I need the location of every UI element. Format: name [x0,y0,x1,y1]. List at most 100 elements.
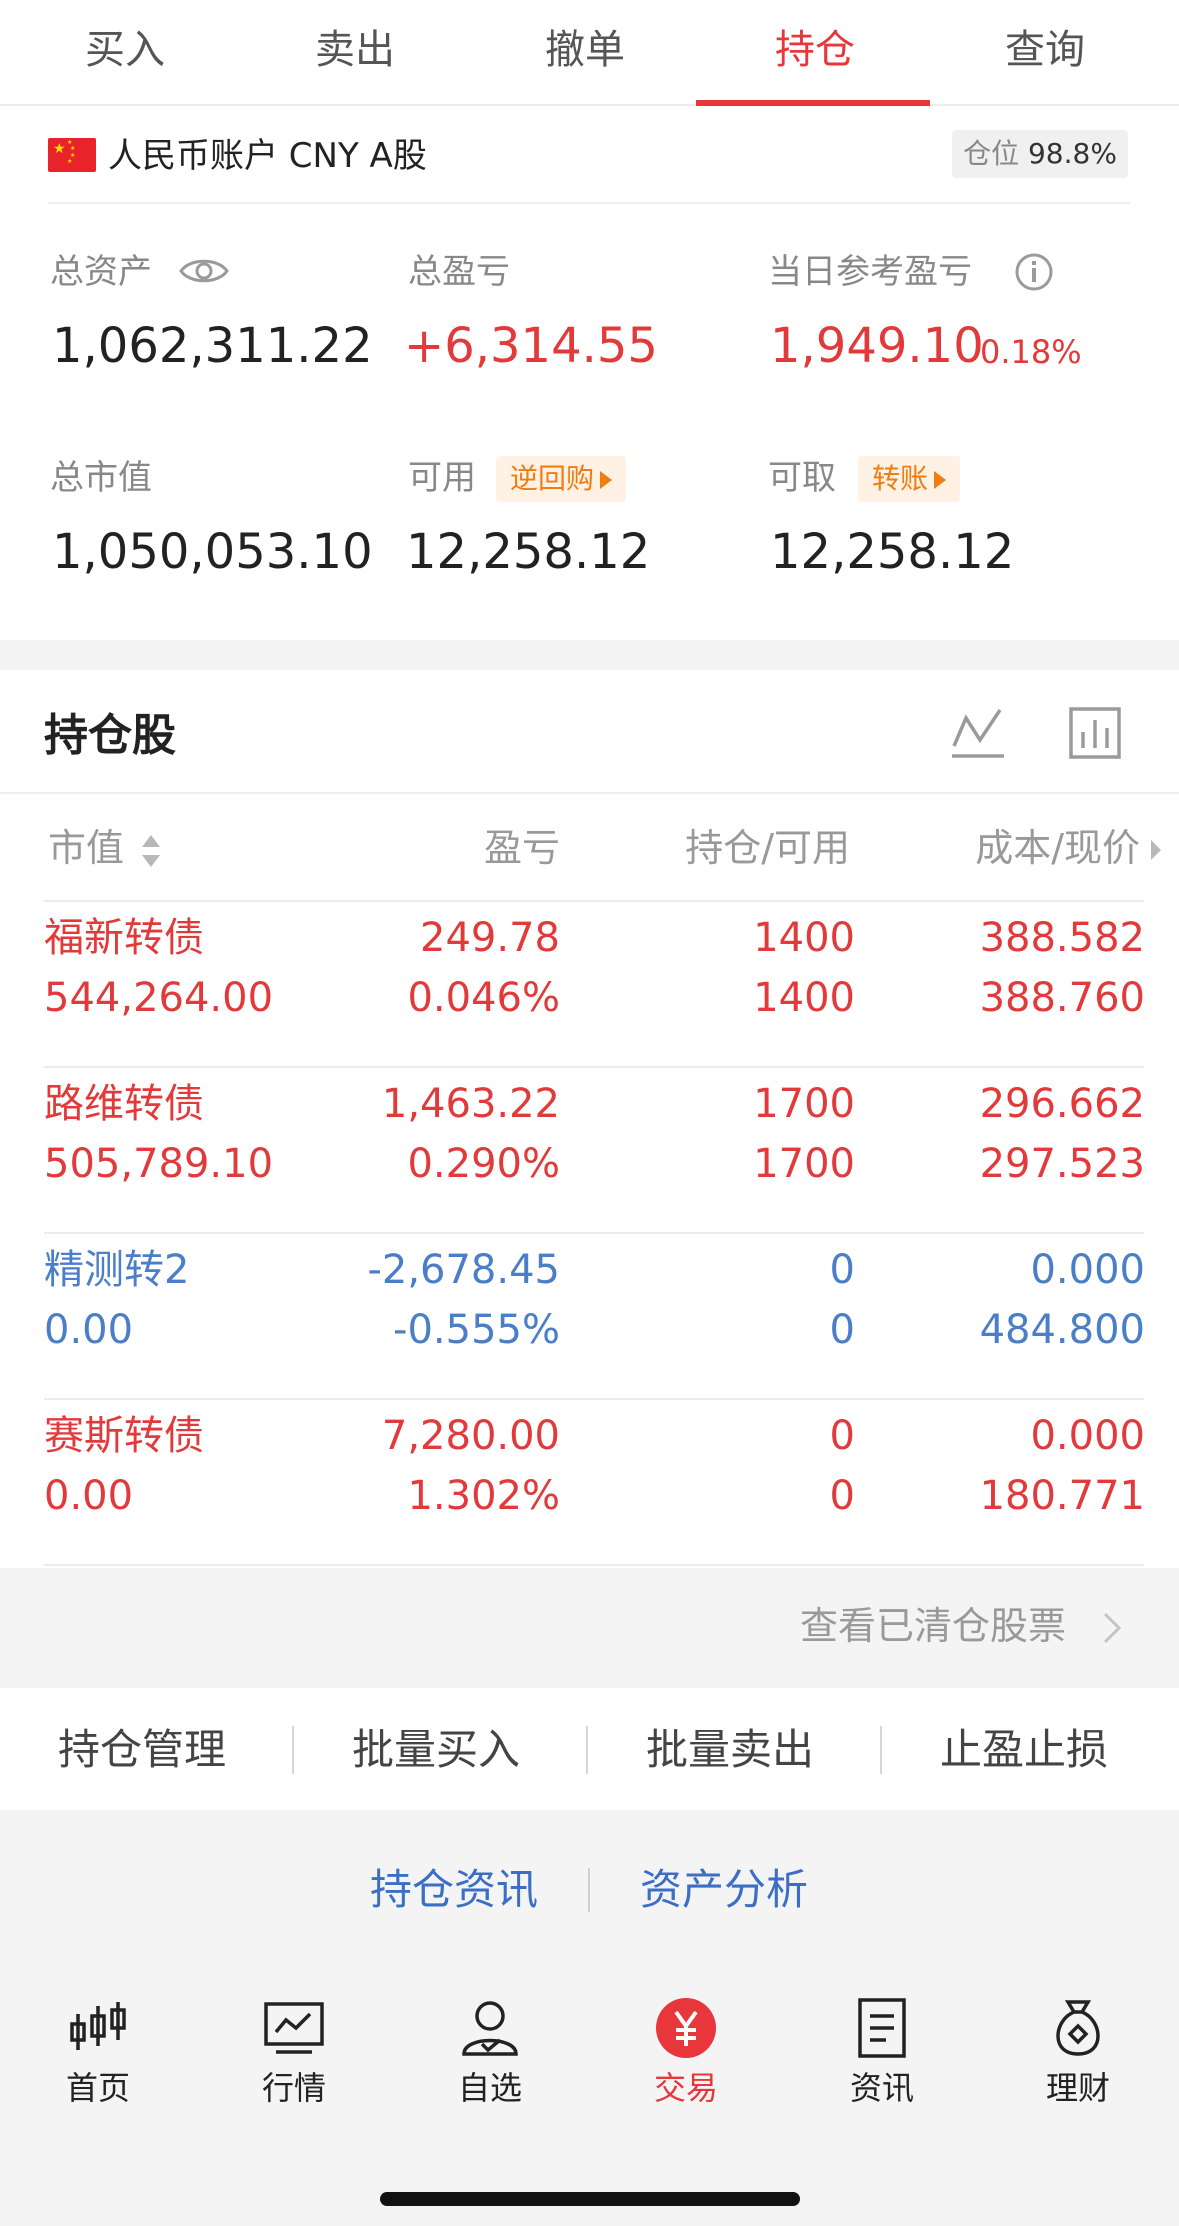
column-header-market-value[interactable]: 市值 [48,822,124,874]
bar-chart-icon[interactable] [1068,706,1122,760]
stock-name: 赛斯转债 [44,1413,204,1459]
info-icon[interactable] [1014,252,1054,292]
tab-sell[interactable]: 卖出 [240,22,470,78]
china-flag-icon: ★ ★ ★ ★ ★ [48,138,96,172]
tab-query[interactable]: 查询 [930,22,1160,78]
tab-holdings[interactable]: 持仓 [700,22,930,78]
stock-name: 福新转债 [44,915,204,961]
yuan-icon [656,1998,716,2058]
eye-icon[interactable] [178,254,230,288]
column-header-pl: 盈亏 [483,826,560,870]
pl-cell: 1,463.22 [381,1081,560,1127]
line-chart-icon[interactable] [950,704,1006,760]
market-value-cell: 0.00 [44,1307,134,1353]
available-cell: 1400 [753,975,855,1021]
asset-analysis-link[interactable]: 资产分析 [640,1862,808,1918]
divider [44,1564,1144,1566]
nav-watchlist-label: 自选 [457,2069,522,2107]
nav-wealth-label: 理财 [1045,2069,1110,2107]
table-row[interactable]: 福新转债 544,264.00 249.78 0.046% 1400 1400 388.58… [0,902,1179,1068]
price-cell: 484.800 [979,1307,1145,1353]
cost-cell: 296.662 [979,1081,1145,1127]
candlestick-icon [70,2002,126,2050]
table-row[interactable]: 路维转债 505,789.10 1,463.22 0.290% 1700 1700 296.… [0,1068,1179,1234]
batch-sell-button[interactable]: 批量卖出 [646,1722,814,1778]
triangle-right-icon [600,471,613,489]
chart-monitor-icon [264,2002,324,2054]
transfer-label: 转账 [872,462,929,495]
position-ratio-label: 仓位 [963,137,1020,170]
divider [880,1726,882,1774]
tab-buy[interactable]: 买入 [10,22,240,78]
price-cell: 180.771 [979,1473,1145,1519]
market-value: 1,050,053.10 [52,524,373,580]
nav-market-label: 行情 [261,2069,326,2107]
nav-watchlist[interactable]: 自选 [410,1996,570,2110]
total-pl-value: +6,314.55 [404,318,658,374]
position-cell: 1700 [753,1081,855,1127]
cleared-stocks-link[interactable]: 查看已清仓股票 [800,1600,1066,1652]
pl-percent-cell: 0.046% [407,975,560,1021]
cost-cell: 0.000 [1030,1413,1145,1459]
triangle-right-icon [934,471,947,489]
cost-cell: 0.000 [1030,1247,1145,1293]
cost-cell: 388.582 [979,915,1145,961]
total-assets-label: 总资产 [50,252,152,292]
home-indicator [380,2192,800,2206]
daily-pl-label: 当日参考盈亏 [768,252,972,292]
money-bag-icon [1056,2000,1100,2056]
chevron-right-icon[interactable] [1148,836,1164,864]
tab-cancel-order[interactable]: 撤单 [470,22,700,78]
stock-name: 路维转债 [44,1081,204,1127]
holdings-list: 福新转债 544,264.00 249.78 0.046% 1400 1400 388.58… [0,902,1179,1568]
reverse-repo-label: 逆回购 [510,462,595,495]
take-profit-stop-loss-button[interactable]: 止盈止损 [940,1722,1108,1778]
manage-holdings-button[interactable]: 持仓管理 [58,1722,226,1778]
divider [586,1726,588,1774]
nav-market[interactable]: 行情 [214,1996,374,2110]
nav-home[interactable]: 首页 [18,1996,178,2110]
position-ratio-value: 98.8% [1027,137,1117,170]
total-assets-value: 1,062,311.22 [52,318,373,374]
position-cell: 0 [829,1413,855,1459]
holdings-title: 持仓股 [44,710,176,761]
reverse-repo-button[interactable]: 逆回购 [496,456,627,502]
market-value-cell: 505,789.10 [44,1141,274,1187]
pl-cell: 249.78 [420,915,560,961]
total-pl-label: 总盈亏 [408,252,510,292]
sort-icon[interactable] [140,832,162,870]
daily-pl-percent: 0.18% [980,333,1082,371]
section-gap [0,640,1179,670]
document-icon [858,1998,906,2058]
column-header-market-value-label: 市值 [48,826,125,870]
nav-news[interactable]: 资讯 [802,1996,962,2110]
active-tab-indicator [696,100,930,106]
position-cell: 1400 [753,915,855,961]
chevron-right-icon[interactable] [1100,1610,1124,1646]
holding-actions-bar: 持仓管理 批量买入 批量卖出 止盈止损 [0,1688,1179,1810]
table-row[interactable]: 精测转2 0.00 -2,678.45 -0.555% 0 0 0.000 484.800 [0,1234,1179,1400]
available-value: 12,258.12 [406,524,651,580]
divider [292,1726,294,1774]
available-cell: 0 [829,1473,855,1519]
stock-name: 精测转2 [44,1247,190,1293]
nav-trade[interactable]: 交易 [606,1996,766,2110]
available-label: 可用 [408,458,476,498]
transfer-button[interactable]: 转账 [858,456,961,502]
nav-wealth[interactable]: 理财 [998,1996,1158,2110]
holding-news-link[interactable]: 持仓资讯 [370,1862,538,1918]
nav-home-label: 首页 [65,2069,130,2107]
pl-cell: -2,678.45 [367,1247,560,1293]
column-header-position: 持仓/可用 [685,826,850,870]
market-value-label: 总市值 [50,458,152,498]
column-header-cost-price: 成本/现价 [975,826,1140,870]
nav-news-label: 资讯 [849,2069,914,2107]
batch-buy-button[interactable]: 批量买入 [352,1722,520,1778]
account-name[interactable]: 人民币账户 CNY A股 [108,134,427,178]
daily-pl-value: 1,949.10 [770,318,984,374]
price-cell: 388.760 [979,975,1145,1021]
table-row[interactable]: 赛斯转债 0.00 7,280.00 1.302% 0 0 0.000 180.771 [0,1400,1179,1566]
nav-trade-label: 交易 [653,2069,718,2107]
pl-percent-cell: 0.290% [407,1141,560,1187]
market-value-cell: 0.00 [44,1473,134,1519]
